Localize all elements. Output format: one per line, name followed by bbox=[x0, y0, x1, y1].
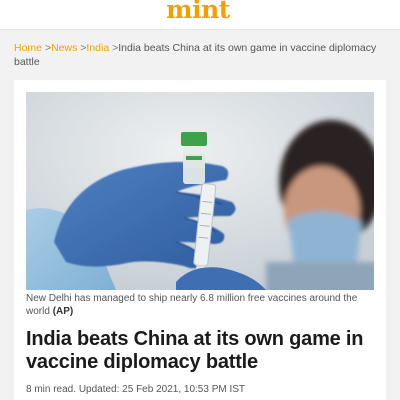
updated-timestamp: Updated: 25 Feb 2021, 10:53 PM IST bbox=[78, 384, 246, 395]
caption-text: New Delhi has managed to ship nearly 6.8… bbox=[26, 293, 358, 317]
vaccine-photo-illustration bbox=[26, 92, 374, 290]
masthead: mint bbox=[0, 0, 400, 30]
read-time: 8 min read bbox=[26, 384, 74, 395]
breadcrumb-india-link[interactable]: India bbox=[86, 42, 109, 54]
mint-logo[interactable]: mint bbox=[166, 0, 230, 23]
breadcrumb-home-link[interactable]: Home bbox=[14, 42, 42, 54]
hero-image[interactable] bbox=[26, 92, 374, 290]
caption-credit: (AP) bbox=[52, 305, 74, 317]
hero-image-caption: New Delhi has managed to ship nearly 6.8… bbox=[26, 293, 376, 318]
breadcrumb-news-link[interactable]: News bbox=[51, 42, 77, 54]
article-meta: 8 min read. Updated: 25 Feb 2021, 10:53 … bbox=[26, 384, 376, 396]
breadcrumb: Home >News >India >India beats China at … bbox=[14, 42, 386, 69]
article-headline: India beats China at its own game in vac… bbox=[26, 328, 364, 373]
article-card: New Delhi has managed to ship nearly 6.8… bbox=[14, 80, 386, 400]
